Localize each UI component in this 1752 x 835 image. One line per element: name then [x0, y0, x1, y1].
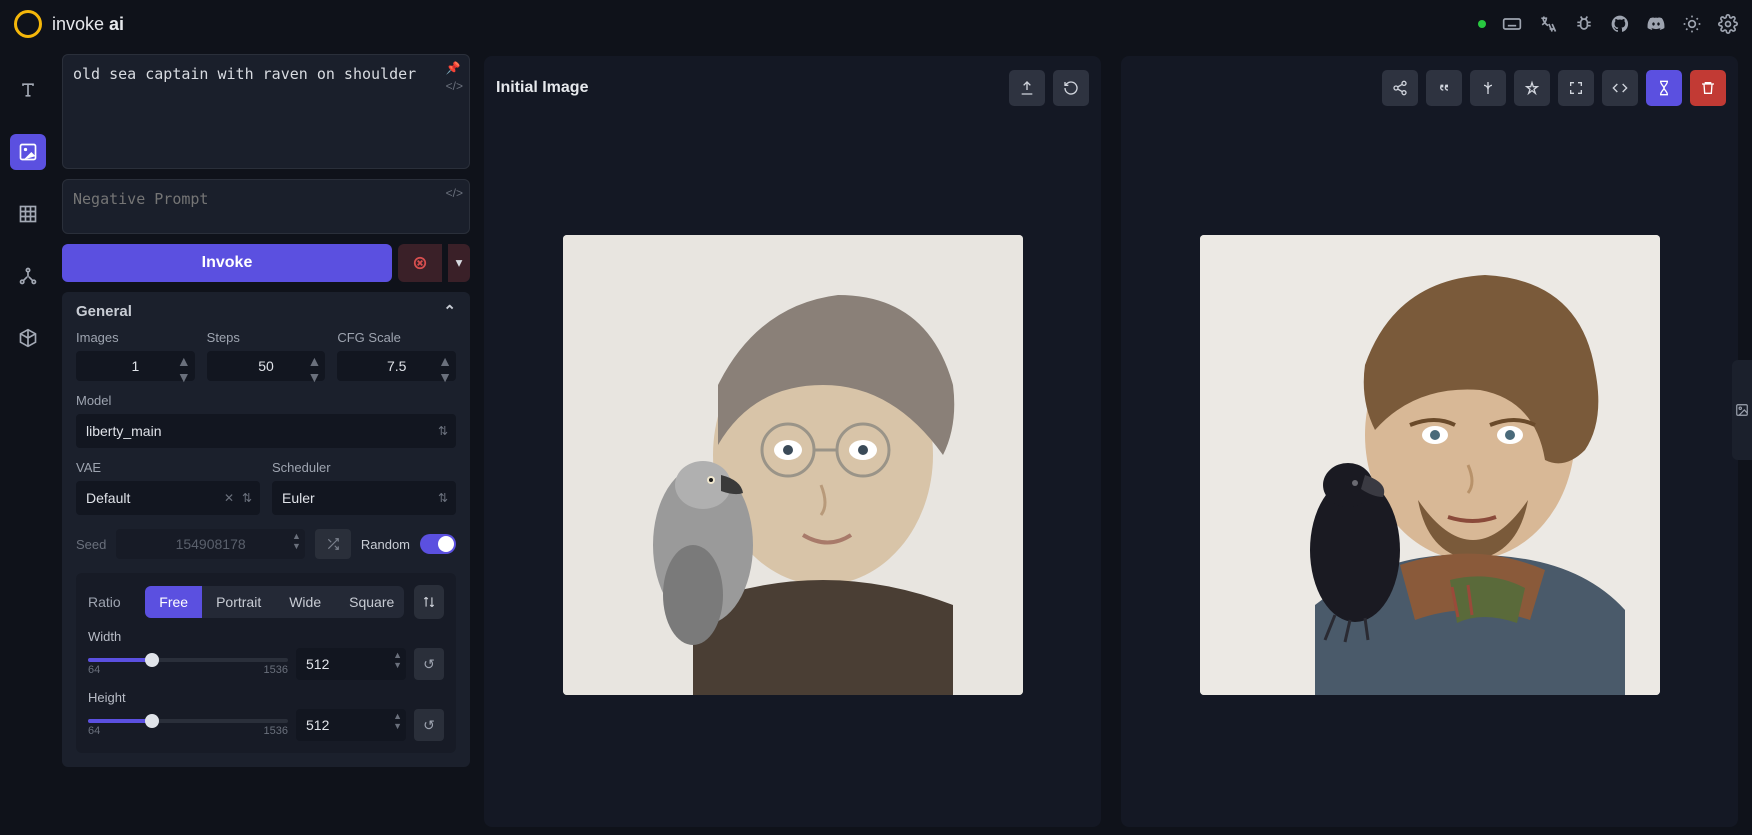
upload-button[interactable] [1009, 70, 1045, 106]
initial-image-title: Initial Image [496, 79, 588, 97]
initial-image[interactable] [563, 235, 1023, 695]
width-slider[interactable]: 641536 [88, 652, 288, 676]
hourglass-button[interactable] [1646, 70, 1682, 106]
output-image[interactable] [1200, 235, 1660, 695]
output-panel [1121, 56, 1738, 827]
status-dot-icon [1478, 20, 1486, 28]
embed-icon[interactable]: </> [446, 79, 463, 93]
invoke-button[interactable]: Invoke [62, 244, 392, 282]
bug-icon[interactable] [1574, 14, 1594, 34]
negative-prompt-input[interactable] [73, 190, 459, 220]
rail-grid-tab[interactable] [10, 196, 46, 232]
general-panel: General ⌃ Images 1▲▼ Steps 50▲▼ CFG Scal… [62, 292, 470, 767]
language-icon[interactable] [1538, 14, 1558, 34]
rail-text-tab[interactable] [10, 72, 46, 108]
ratio-wide[interactable]: Wide [275, 586, 335, 618]
gallery-toggle[interactable] [1732, 360, 1752, 460]
shuffle-seed-button[interactable] [315, 529, 351, 559]
gear-icon[interactable] [1718, 14, 1738, 34]
seed-button[interactable] [1470, 70, 1506, 106]
share-button[interactable] [1382, 70, 1418, 106]
cancel-button[interactable] [398, 244, 442, 282]
scheduler-select[interactable]: Euler⇅ [272, 481, 456, 515]
images-label: Images [76, 330, 195, 345]
settings-sidebar: old sea captain with raven on shoulder 📌… [56, 48, 476, 835]
rail-nodes-tab[interactable] [10, 258, 46, 294]
reset-button[interactable] [1053, 70, 1089, 106]
star-button[interactable] [1514, 70, 1550, 106]
cfg-label: CFG Scale [337, 330, 456, 345]
positive-prompt-box[interactable]: old sea captain with raven on shoulder 📌… [62, 54, 470, 169]
keyboard-icon[interactable] [1502, 14, 1522, 34]
height-slider[interactable]: 641536 [88, 713, 288, 737]
quote-button[interactable] [1426, 70, 1462, 106]
rail-image-tab[interactable] [10, 134, 46, 170]
pin-icon[interactable]: 📌 [446, 61, 463, 75]
ratio-label: Ratio [88, 594, 135, 610]
topbar: invoke ai [0, 0, 1752, 48]
seed-input[interactable]: 154908178▲▼ [116, 529, 304, 559]
clear-vae-icon[interactable]: ✕ [224, 491, 234, 505]
code-button[interactable] [1602, 70, 1638, 106]
width-label: Width [88, 629, 444, 644]
ratio-segment: Free Portrait Wide Square [145, 586, 404, 618]
ratio-free[interactable]: Free [145, 586, 202, 618]
vae-select[interactable]: Default✕⇅ [76, 481, 260, 515]
topbar-icons [1478, 14, 1738, 34]
brand-text: invoke ai [52, 14, 124, 35]
logo-icon [14, 10, 42, 38]
random-label: Random [361, 537, 410, 552]
chevron-up-icon: ⌃ [443, 302, 456, 320]
rail-cube-tab[interactable] [10, 320, 46, 356]
height-label: Height [88, 690, 444, 705]
height-input[interactable]: 512▲▼ [296, 709, 406, 741]
steps-label: Steps [207, 330, 326, 345]
model-select[interactable]: liberty_main⇅ [76, 414, 456, 448]
scheduler-label: Scheduler [272, 460, 456, 475]
reset-height-button[interactable]: ↺ [414, 709, 444, 741]
ratio-square[interactable]: Square [335, 586, 404, 618]
vae-label: VAE [76, 460, 260, 475]
ratio-portrait[interactable]: Portrait [202, 586, 275, 618]
width-input[interactable]: 512▲▼ [296, 648, 406, 680]
steps-input[interactable]: 50▲▼ [207, 351, 326, 381]
reset-width-button[interactable]: ↺ [414, 648, 444, 680]
random-toggle[interactable] [420, 534, 456, 554]
swap-dims-button[interactable] [414, 585, 444, 619]
general-panel-header[interactable]: General ⌃ [76, 302, 456, 320]
seed-label: Seed [76, 537, 106, 552]
delete-button[interactable] [1690, 70, 1726, 106]
initial-image-panel: Initial Image [484, 56, 1101, 827]
invoke-dropdown-button[interactable]: ▾ [448, 244, 470, 282]
fullscreen-button[interactable] [1558, 70, 1594, 106]
sun-icon[interactable] [1682, 14, 1702, 34]
negative-prompt-box[interactable]: </> [62, 179, 470, 234]
left-rail [0, 48, 56, 835]
discord-icon[interactable] [1646, 14, 1666, 34]
github-icon[interactable] [1610, 14, 1630, 34]
model-label: Model [76, 393, 456, 408]
embed-icon[interactable]: </> [446, 186, 463, 200]
positive-prompt-input[interactable]: old sea captain with raven on shoulder [73, 65, 459, 155]
images-input[interactable]: 1▲▼ [76, 351, 195, 381]
cfg-input[interactable]: 7.5▲▼ [337, 351, 456, 381]
